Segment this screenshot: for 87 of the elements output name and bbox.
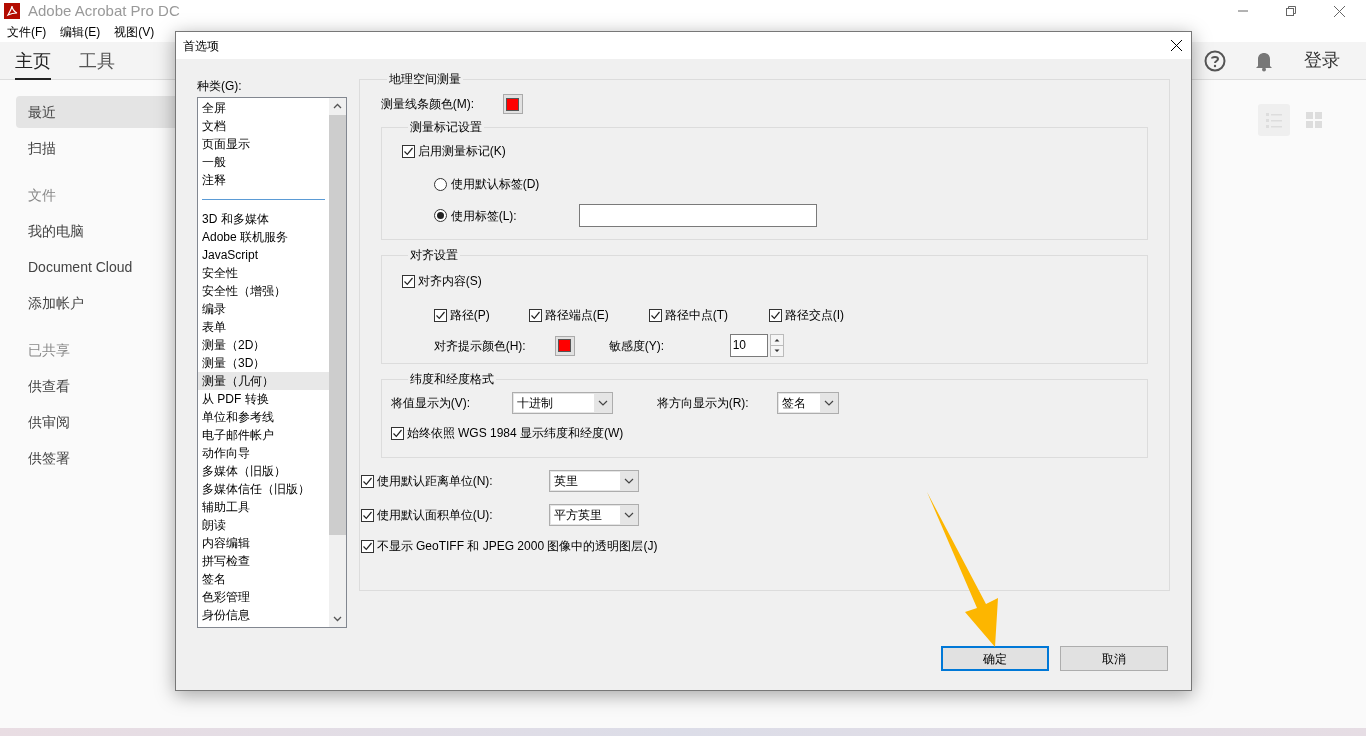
category-item[interactable]: Adobe 联机服务 [198, 228, 329, 246]
window-title: Adobe Acrobat Pro DC [28, 0, 180, 21]
checkbox[interactable] [390, 426, 404, 440]
dialog-button[interactable]: 取消 [1060, 646, 1168, 671]
category-item[interactable]: 一般 [198, 153, 329, 171]
radio-button[interactable] [433, 177, 447, 191]
category-item[interactable]: 测量（3D） [198, 354, 329, 372]
label-input-field[interactable] [578, 204, 817, 227]
checkbox[interactable] [360, 508, 374, 522]
checkbox[interactable] [433, 308, 447, 322]
group-title: 纬度和经度格式 [408, 371, 495, 388]
field-label: 对齐提示颜色(H): [433, 337, 527, 355]
checkbox[interactable] [648, 308, 662, 322]
category-item[interactable]: 身份信息 [198, 606, 329, 624]
menu-item[interactable]: 文件(F) [7, 23, 47, 41]
category-item[interactable]: 测量（几何） [198, 372, 329, 390]
menu-item[interactable]: 视图(V) [114, 23, 155, 41]
sidebar-heading: 文件 [27, 186, 57, 205]
checkbox[interactable] [401, 144, 415, 158]
radio-button[interactable] [433, 209, 447, 222]
spin-buttons[interactable] [769, 334, 784, 357]
radio-label: 使用标签(L): [450, 207, 518, 225]
dialog-button[interactable]: 确定 [941, 646, 1049, 671]
category-item[interactable]: 注释 [198, 171, 329, 189]
sidebar-heading: 已共享 [27, 341, 71, 360]
dialog-title: 首选项 [183, 37, 219, 55]
category-item[interactable]: 从 PDF 转换 [198, 390, 329, 408]
scroll-thumb[interactable] [328, 115, 346, 535]
login-link[interactable]: 登录 [1304, 47, 1340, 74]
category-item[interactable]: 安全性（增强） [198, 282, 329, 300]
checkbox[interactable] [401, 274, 415, 288]
dropdown[interactable]: 平方英里 [548, 504, 639, 526]
dropdown[interactable]: 英里 [548, 470, 639, 492]
category-item[interactable]: 3D 和多媒体 [198, 210, 329, 228]
category-item[interactable]: 动作向导 [198, 444, 329, 462]
field-label: 将方向显示为(R): [656, 395, 750, 412]
checkbox-label: 路径交点(I) [784, 307, 844, 324]
category-item[interactable]: 电子邮件帐户 [198, 426, 329, 444]
checkbox-label: 使用默认面积单位(U): [376, 507, 493, 524]
category-item[interactable]: 色彩管理 [198, 588, 329, 606]
category-label: 种类(G): [197, 78, 243, 95]
checkbox[interactable] [360, 539, 374, 553]
help-icon[interactable] [1204, 49, 1226, 72]
checkbox-label: 路径端点(E) [544, 307, 609, 324]
checkbox-label: 不显示 GeoTIFF 和 JPEG 2000 图像中的透明图层(J) [376, 538, 658, 555]
category-item[interactable]: 拼写检查 [198, 552, 329, 570]
checkbox-label: 始终依照 WGS 1984 显示纬度和经度(W) [406, 425, 624, 442]
dropdown[interactable]: 签名 [776, 392, 839, 414]
category-item[interactable]: 页面显示 [198, 135, 329, 153]
field-label: 敏感度(Y): [608, 337, 665, 355]
group-title: 地理空间测量 [387, 71, 462, 88]
category-item[interactable]: 全屏 [198, 99, 329, 117]
checkbox-label: 路径(P) [449, 307, 490, 324]
category-item[interactable]: 多媒体（旧版） [198, 462, 329, 480]
checkbox-label: 启用测量标记(K) [417, 143, 506, 160]
checkbox-label: 对齐内容(S) [417, 273, 482, 290]
restore-icon[interactable] [1285, 5, 1297, 17]
field-label: 将值显示为(V): [390, 395, 471, 412]
category-item[interactable]: 安全性 [198, 264, 329, 282]
category-item[interactable]: 朗读 [198, 516, 329, 534]
app-logo-icon [4, 3, 20, 19]
category-item[interactable]: JavaScript [198, 246, 329, 264]
category-item[interactable]: 多媒体信任（旧版） [198, 480, 329, 498]
checkbox[interactable] [360, 474, 374, 488]
nav-tab[interactable]: 主页 [15, 41, 51, 80]
number-input-field[interactable]: 10 [729, 334, 768, 357]
category-item[interactable]: 表单 [198, 318, 329, 336]
nav-tab[interactable]: 工具 [79, 41, 115, 80]
menu-item[interactable]: 编辑(E) [60, 23, 101, 41]
checkbox[interactable] [528, 308, 542, 322]
category-item[interactable]: 辅助工具 [198, 498, 329, 516]
dropdown[interactable]: 十进制 [511, 392, 613, 414]
checkbox[interactable] [768, 308, 782, 322]
category-item[interactable]: 测量（2D） [198, 336, 329, 354]
close-icon[interactable] [1170, 39, 1183, 52]
radio-label: 使用默认标签(D) [450, 176, 541, 193]
category-item[interactable]: 签名 [198, 570, 329, 588]
group-title: 测量标记设置 [408, 119, 483, 136]
group-title: 对齐设置 [408, 247, 459, 264]
category-item[interactable]: 编录 [198, 300, 329, 318]
checkbox-label: 路径中点(T) [664, 307, 728, 324]
category-item[interactable]: 内容编辑 [198, 534, 329, 552]
category-item[interactable]: 单位和参考线 [198, 408, 329, 426]
scrollbar[interactable] [328, 98, 346, 627]
category-item[interactable]: 文档 [198, 117, 329, 135]
checkbox-label: 使用默认距离单位(N): [376, 473, 493, 490]
field-label: 测量线条颜色(M): [380, 96, 475, 113]
